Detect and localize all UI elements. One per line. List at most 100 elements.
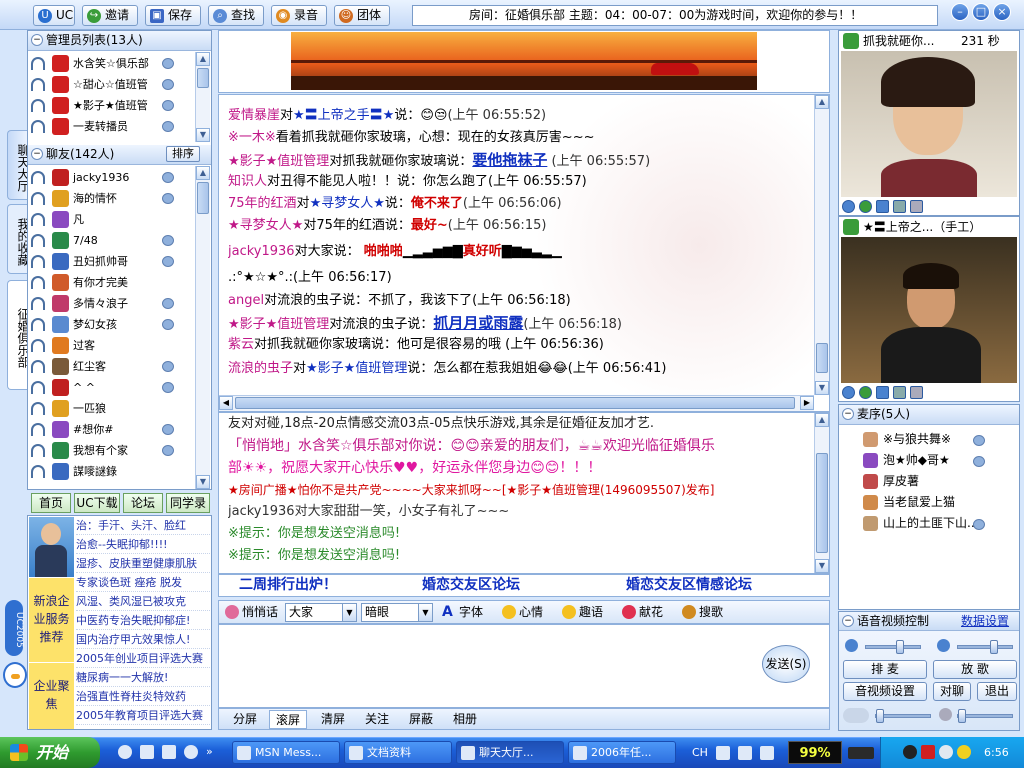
friends-list-header[interactable]: − 聊友(142人) 排序: [28, 145, 211, 165]
forum-link[interactable]: 婚恋交友区论坛: [422, 575, 520, 596]
ad-link[interactable]: 湿疹、皮肤重塑健康肌肤: [76, 555, 211, 573]
maximize-icon[interactable]: □: [972, 3, 990, 21]
camera-icon[interactable]: [162, 79, 174, 90]
nav-uc-download[interactable]: UC下载: [74, 493, 120, 513]
save-button[interactable]: ▣ 保存: [145, 5, 201, 26]
scroll-up-icon[interactable]: ▲: [815, 95, 829, 109]
camera-icon[interactable]: [162, 319, 174, 330]
ad-doctor-photo[interactable]: [29, 517, 74, 577]
mic-volume-slider[interactable]: [957, 640, 1013, 654]
ad-link[interactable]: 专家谈色斑 痤疮 脱发: [76, 574, 211, 592]
camera-icon[interactable]: [162, 100, 174, 111]
camera-icon[interactable]: [973, 519, 985, 530]
nav-forum[interactable]: 论坛: [123, 493, 163, 513]
scroll-left-icon[interactable]: ◀: [219, 396, 233, 410]
admin-row[interactable]: ★影子★值班管: [28, 95, 196, 116]
friend-row[interactable]: 丑妇抓帅哥: [28, 251, 196, 272]
music-volume-slider[interactable]: [957, 709, 1013, 723]
camera-icon[interactable]: [162, 121, 174, 132]
ad-link[interactable]: 中医药专治失眠抑郁症!: [76, 612, 211, 630]
mic-queue-header[interactable]: − 麦序(5人): [839, 405, 1019, 425]
scroll-thumb[interactable]: [816, 453, 828, 553]
chat-hscrollbar[interactable]: ◀ ▶: [219, 395, 814, 411]
video-window-2[interactable]: ★〓上帝之...（手工）: [838, 216, 1020, 402]
user-name-link[interactable]: ★寻梦女人★: [310, 196, 385, 211]
mic-queue-row[interactable]: 厚皮薯: [863, 471, 1013, 492]
power-plug-icon[interactable]: [848, 747, 874, 759]
mic-queue-row[interactable]: ※与狼共舞※: [863, 429, 1013, 450]
friend-row[interactable]: 红尘客: [28, 356, 196, 377]
mic-queue-row[interactable]: 山上的土匪下山...: [863, 513, 1013, 534]
play-icon[interactable]: [843, 708, 869, 723]
start-button[interactable]: 开始: [0, 737, 100, 768]
snapshot-icon[interactable]: [859, 386, 872, 399]
camera-icon[interactable]: [162, 172, 174, 183]
tab-follow[interactable]: 关注: [359, 710, 395, 729]
action-select[interactable]: 暗眼 ▼: [361, 603, 433, 622]
volume-icon[interactable]: [842, 200, 855, 213]
admin-row[interactable]: 一麦转播员: [28, 116, 196, 137]
user-name-link[interactable]: 流浪的虫子: [228, 361, 293, 376]
admin-row[interactable]: ☆甜心☆值班管: [28, 74, 196, 95]
quicklaunch-media-icon[interactable]: [162, 745, 176, 759]
collapse-icon[interactable]: −: [31, 148, 43, 160]
private-chat-area[interactable]: 友对对碰,18点-20点情感交流03点-05点快乐游戏,其余是征婚征友加才艺. 「…: [218, 412, 830, 574]
fun-phrase-button[interactable]: 趣语: [561, 601, 603, 623]
tab-block[interactable]: 屏蔽: [403, 710, 439, 729]
friend-row[interactable]: 多情々浪子: [28, 293, 196, 314]
camera-icon[interactable]: [162, 193, 174, 204]
camera-icon[interactable]: [162, 58, 174, 69]
message-input[interactable]: [218, 624, 830, 708]
record-video-icon[interactable]: [893, 386, 906, 399]
tab-favorites[interactable]: 我的收藏: [7, 204, 30, 274]
camera-icon[interactable]: [162, 445, 174, 456]
settings-link[interactable]: 数据设置: [961, 612, 1009, 630]
scroll-thumb[interactable]: [235, 397, 795, 409]
minimize-icon[interactable]: –: [951, 3, 969, 21]
top-banner[interactable]: [218, 30, 830, 93]
friend-row[interactable]: 梦幻女孩: [28, 314, 196, 335]
close-icon[interactable]: ×: [993, 3, 1011, 21]
ad-link[interactable]: 治愈--失眠抑郁!!!!: [76, 536, 211, 554]
user-name-link[interactable]: 75年的红酒: [228, 196, 297, 211]
scroll-thumb[interactable]: [197, 68, 209, 88]
playback-slider[interactable]: [875, 709, 931, 723]
user-name-link[interactable]: 知识人: [228, 174, 267, 189]
scroll-up-icon[interactable]: ▲: [196, 52, 210, 66]
ad-link[interactable]: 国内治疗甲亢效果惊人!: [76, 631, 211, 649]
task-msn[interactable]: MSN Mess...: [232, 741, 340, 764]
speaker-icon[interactable]: [845, 639, 858, 652]
kingsoft-icon[interactable]: [921, 745, 935, 759]
friend-row[interactable]: 过客: [28, 335, 196, 356]
task-documents[interactable]: 文档资料: [344, 741, 452, 764]
user-name-link[interactable]: ★影子★值班管理: [306, 361, 407, 376]
send-button[interactable]: 发送(S): [762, 645, 810, 683]
snapshot-icon[interactable]: [859, 200, 872, 213]
uc-button[interactable]: U UC: [33, 5, 75, 26]
admin-scrollbar[interactable]: ▲ ▼: [195, 52, 210, 142]
record-video-icon[interactable]: [893, 200, 906, 213]
friend-row[interactable]: 凡: [28, 209, 196, 230]
friend-row[interactable]: 海的情怀: [28, 188, 196, 209]
camera-icon[interactable]: [162, 256, 174, 267]
friends-scrollbar[interactable]: ▲ ▼: [195, 166, 210, 489]
music-note-icon[interactable]: [939, 708, 952, 721]
sort-button[interactable]: 排序: [166, 146, 200, 162]
av-settings-button[interactable]: 音视频设置: [843, 682, 927, 701]
tab-split-screen[interactable]: 分屏: [227, 710, 263, 729]
ad-link[interactable]: 糖尿病一一大解放!: [76, 669, 211, 687]
admin-row[interactable]: 水含笑☆俱乐部: [28, 53, 196, 74]
tab-marriage-club[interactable]: 征婚俱乐部: [7, 280, 30, 390]
slider-knob[interactable]: [896, 640, 904, 654]
friend-row[interactable]: 我想有个家: [28, 440, 196, 461]
user-name-link[interactable]: ★影子★值班管理: [228, 154, 329, 169]
scroll-right-icon[interactable]: ▶: [800, 396, 814, 410]
collapse-icon[interactable]: −: [842, 408, 854, 420]
volume-icon[interactable]: [842, 386, 855, 399]
webcam-feed[interactable]: [841, 237, 1017, 383]
chat-scrollbar[interactable]: ▲ ▼: [814, 95, 829, 395]
ad-enterprise-focus[interactable]: 企业聚焦: [29, 663, 74, 729]
task-chat-hall[interactable]: 聊天大厅...: [456, 741, 564, 764]
ranking-link[interactable]: 二周排行出炉！: [239, 575, 337, 596]
ad-sina-recommend[interactable]: 新浪企业服务推荐: [29, 578, 74, 662]
